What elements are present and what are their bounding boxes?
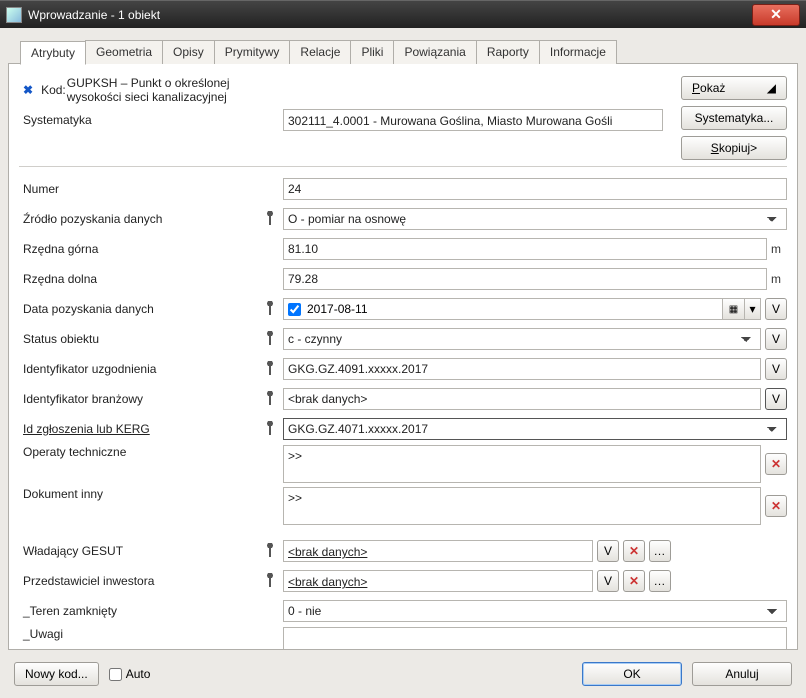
tab-atrybuty[interactable]: Atrybuty xyxy=(20,41,86,65)
op-tech-delete-button[interactable]: ✕ xyxy=(765,453,787,475)
flag-icon xyxy=(265,211,275,225)
rzedna-dolna-input[interactable] xyxy=(283,268,767,290)
kod-label: Kod: xyxy=(41,83,67,97)
rzedna-gorna-label: Rzędna górna xyxy=(19,242,257,256)
id-uzg-v-button[interactable]: V xyxy=(765,358,787,380)
przed-value[interactable]: <brak danych> xyxy=(283,570,593,592)
dok-inny-delete-button[interactable]: ✕ xyxy=(765,495,787,517)
footer: Nowy kod... Auto OK Anuluj xyxy=(8,650,798,690)
data-poz-v-button[interactable]: V xyxy=(765,298,787,320)
status-v-button[interactable]: V xyxy=(765,328,787,350)
tab-opisy[interactable]: Opisy xyxy=(162,40,215,64)
auto-label: Auto xyxy=(126,667,151,681)
app-icon xyxy=(6,7,22,23)
tab-powiazania[interactable]: Powiązania xyxy=(393,40,476,64)
close-button[interactable]: ✕ xyxy=(752,4,800,26)
flag-icon xyxy=(265,421,275,435)
nowy-kod-button[interactable]: Nowy kod... xyxy=(14,662,99,686)
tab-geometria[interactable]: Geometria xyxy=(85,40,163,64)
rzedna-gorna-input[interactable] xyxy=(283,238,767,260)
op-tech-textarea[interactable]: >> xyxy=(283,445,761,483)
data-poz-field[interactable]: 2017-08-11 ▦ ▾ xyxy=(283,298,761,320)
side-buttons: Pokaż◢ Systematyka... Skopiuj> xyxy=(681,76,787,160)
flag-icon xyxy=(265,573,275,587)
flag-icon xyxy=(265,543,275,557)
status-select[interactable]: c - czynny xyxy=(283,328,761,350)
numer-input[interactable] xyxy=(283,178,787,200)
anuluj-button[interactable]: Anuluj xyxy=(692,662,792,686)
window-title: Wprowadzanie - 1 obiekt xyxy=(28,8,752,22)
kod-value: GUPKSH – Punkt o określonej wysokości si… xyxy=(67,76,257,104)
id-branz-v-button[interactable]: V xyxy=(765,388,787,410)
rzedna-dolna-unit: m xyxy=(771,272,787,286)
systematyka-label: Systematyka xyxy=(19,113,257,127)
dok-inny-label: Dokument inny xyxy=(19,487,257,501)
calendar-icon[interactable]: ▦ xyxy=(722,299,744,319)
teren-select[interactable]: 0 - nie xyxy=(283,600,787,622)
status-label: Status obiektu xyxy=(19,332,257,346)
clear-icon[interactable]: ✖ xyxy=(23,83,33,97)
id-uzg-input[interactable] xyxy=(283,358,761,380)
pokaz-button[interactable]: Pokaż◢ xyxy=(681,76,787,100)
tab-prymitywy[interactable]: Prymitywy xyxy=(214,40,291,64)
flag-icon xyxy=(265,391,275,405)
ok-button[interactable]: OK xyxy=(582,662,682,686)
uwagi-label: _Uwagi xyxy=(19,627,257,641)
id-zgl-label: Id zgłoszenia lub KERG xyxy=(19,422,257,436)
auto-checkbox-wrap[interactable]: Auto xyxy=(109,667,151,681)
flag-icon xyxy=(265,331,275,345)
zrodlo-select[interactable]: O - pomiar na osnowę xyxy=(283,208,787,230)
auto-checkbox[interactable] xyxy=(109,668,122,681)
wlad-label: Władający GESUT xyxy=(19,544,257,558)
op-tech-label: Operaty techniczne xyxy=(19,445,257,459)
flag-icon xyxy=(265,301,275,315)
rzedna-gorna-unit: m xyxy=(771,242,787,256)
przed-v-button[interactable]: V xyxy=(597,570,619,592)
przed-delete-button[interactable]: ✕ xyxy=(623,570,645,592)
wlad-delete-button[interactable]: ✕ xyxy=(623,540,645,562)
teren-label: _Teren zamknięty xyxy=(19,604,257,618)
divider xyxy=(19,166,787,167)
data-poz-checkbox[interactable] xyxy=(288,303,301,316)
tab-pliki[interactable]: Pliki xyxy=(350,40,394,64)
tabstrip: Atrybuty Geometria Opisy Prymitywy Relac… xyxy=(20,40,798,64)
id-branz-input[interactable] xyxy=(283,388,761,410)
dok-inny-textarea[interactable]: >> xyxy=(283,487,761,525)
tab-relacje[interactable]: Relacje xyxy=(289,40,351,64)
id-branz-label: Identyfikator branżowy xyxy=(19,392,257,406)
data-poz-label: Data pozyskania danych xyxy=(19,302,257,316)
uwagi-textarea[interactable] xyxy=(283,627,787,650)
tab-raporty[interactable]: Raporty xyxy=(476,40,540,64)
skopiuj-button[interactable]: Skopiuj> xyxy=(681,136,787,160)
id-uzg-label: Identyfikator uzgodnienia xyxy=(19,362,257,376)
numer-label: Numer xyxy=(19,182,257,196)
chevron-down-icon[interactable]: ▾ xyxy=(744,299,760,319)
systematyka-value: 302111_4.0001 - Murowana Goślina, Miasto… xyxy=(283,109,663,131)
wlad-value[interactable]: <brak danych> xyxy=(283,540,593,562)
wlad-v-button[interactable]: V xyxy=(597,540,619,562)
id-zgl-select[interactable]: GKG.GZ.4071.xxxxx.2017 xyxy=(283,418,787,440)
rzedna-dolna-label: Rzędna dolna xyxy=(19,272,257,286)
window-body: Atrybuty Geometria Opisy Prymitywy Relac… xyxy=(0,28,806,698)
titlebar: Wprowadzanie - 1 obiekt ✕ xyxy=(0,0,806,28)
tab-panel: ✖ Kod: GUPKSH – Punkt o określonej wysok… xyxy=(8,63,798,650)
przed-more-button[interactable]: … xyxy=(649,570,671,592)
przed-label: Przedstawiciel inwestora xyxy=(19,574,257,588)
tab-informacje[interactable]: Informacje xyxy=(539,40,617,64)
flag-icon xyxy=(265,361,275,375)
systematyka-button[interactable]: Systematyka... xyxy=(681,106,787,130)
zrodlo-label: Źródło pozyskania danych xyxy=(19,212,257,226)
kod-row: ✖ Kod: GUPKSH – Punkt o określonej wysok… xyxy=(19,76,257,104)
wlad-more-button[interactable]: … xyxy=(649,540,671,562)
data-poz-value: 2017-08-11 xyxy=(305,302,722,316)
